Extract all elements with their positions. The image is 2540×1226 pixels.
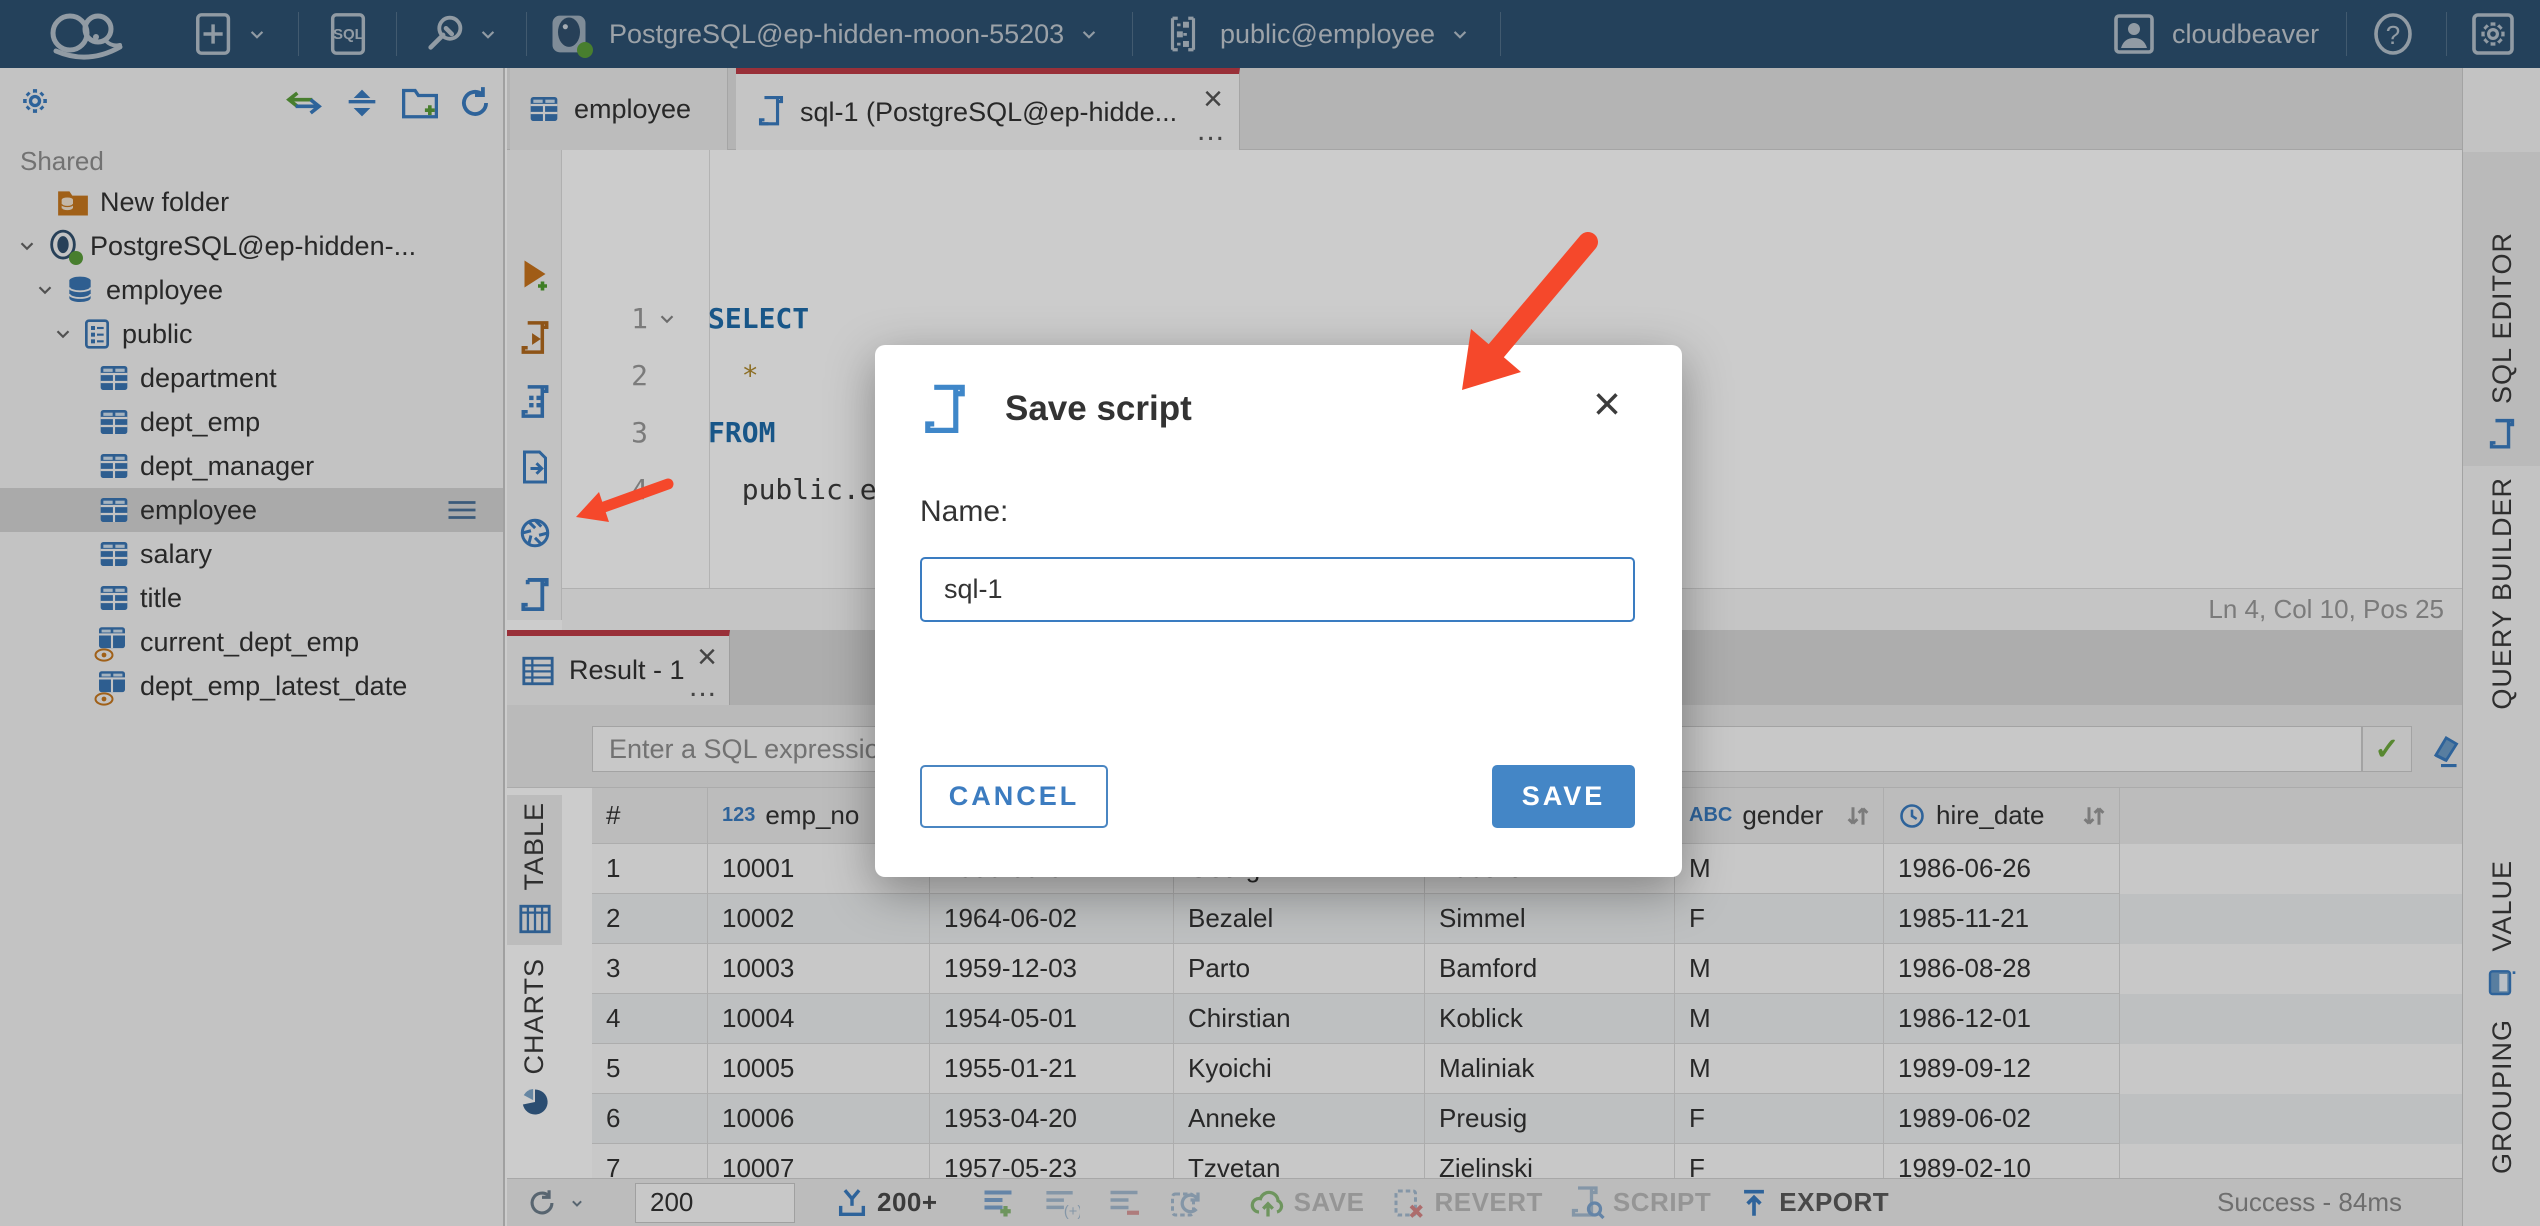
save-script-dialog: Save script × Name: CANCEL SAVE [875, 345, 1682, 877]
name-field-label: Name: [920, 495, 1009, 528]
save-button[interactable]: SAVE [1492, 765, 1635, 828]
cancel-button[interactable]: CANCEL [920, 765, 1108, 828]
script-name-input[interactable] [920, 557, 1635, 622]
save-script-icon [925, 384, 965, 433]
close-dialog-icon[interactable]: × [1593, 381, 1621, 429]
dialog-title: Save script [1005, 389, 1192, 428]
cloudbeaver-app: SQL PostgreSQL@ep-hidden-moon-55203 publ… [0, 0, 2540, 1226]
